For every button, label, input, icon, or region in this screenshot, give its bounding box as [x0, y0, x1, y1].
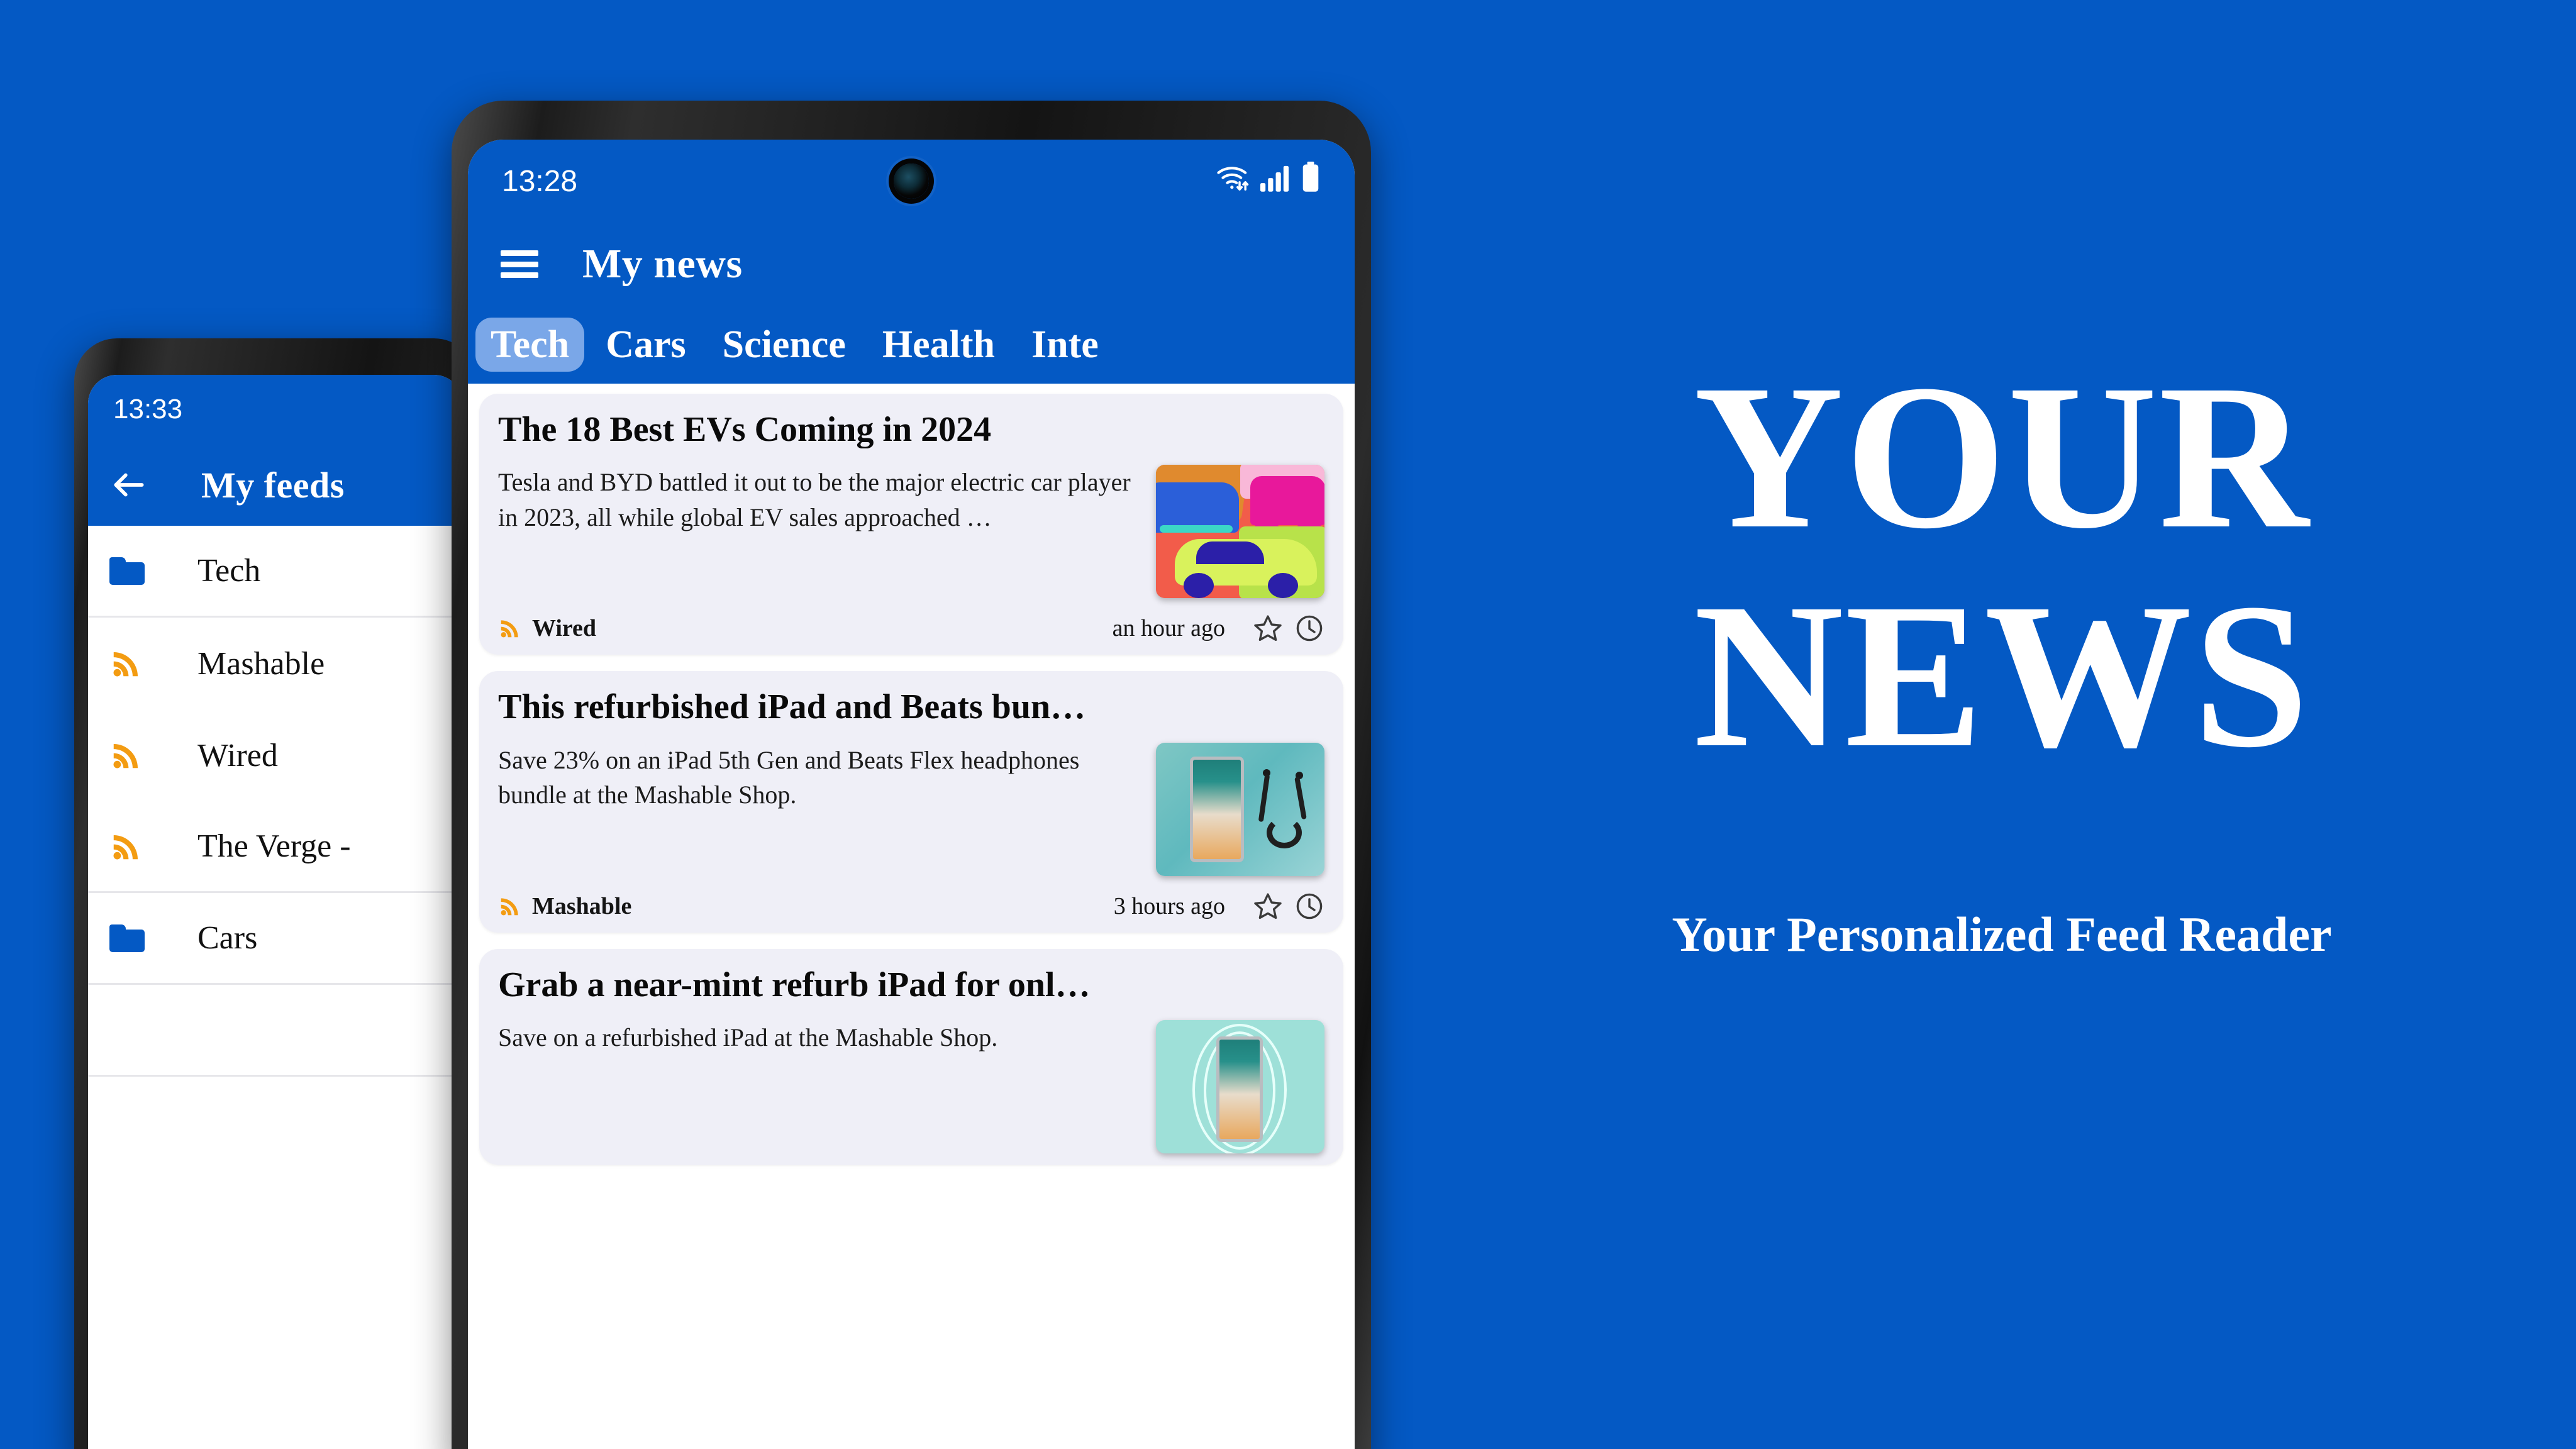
article-age: 3 hours ago: [1113, 892, 1225, 919]
article-title: The 18 Best EVs Coming in 2024: [498, 411, 992, 449]
feed-label: Tech: [197, 553, 261, 589]
status-icons: [1215, 162, 1321, 201]
article-thumbnail: [1156, 465, 1324, 599]
folder-icon: [109, 557, 150, 585]
rss-icon: [109, 738, 150, 772]
article-feed: The 18 Best EVs Coming in 2024 Tesla and…: [468, 384, 1355, 1449]
article-thumbnail: [1156, 742, 1324, 876]
article-source: Wired: [498, 614, 596, 642]
article-actions: [1253, 613, 1324, 643]
feed-label: Mashable: [197, 645, 325, 682]
rss-icon: [498, 616, 522, 640]
clock-icon[interactable]: [1294, 891, 1324, 921]
page-title: My news: [582, 241, 743, 287]
feed-row-folder-tech[interactable]: Tech: [88, 526, 463, 618]
article-title: Grab a near-mint refurb iPad for onl…: [498, 966, 1091, 1004]
tab-cars[interactable]: Cars: [591, 318, 701, 372]
clock-icon[interactable]: [1294, 613, 1324, 643]
article-thumbnail: [1156, 1020, 1324, 1154]
marketing-headline-line1: YOUR: [1694, 342, 2310, 572]
tab-science[interactable]: Science: [708, 318, 861, 372]
feed-row-empty: [88, 985, 463, 1077]
article-description: Save on a refurbished iPad at the Mashab…: [498, 1023, 998, 1052]
front-status-time: 13:28: [502, 164, 578, 198]
feed-label: Wired: [197, 737, 278, 774]
back-status-bar: 13:33: [88, 375, 463, 444]
marketing-subtitle: Your Personalized Feed Reader: [1672, 907, 2332, 962]
rss-icon: [109, 647, 150, 680]
article-description: Save 23% on an iPad 5th Gen and Beats Fl…: [498, 745, 1080, 809]
star-outline-icon[interactable]: [1253, 613, 1283, 643]
front-status-bar: 13:28: [468, 140, 1355, 223]
article-source: Mashable: [498, 892, 631, 920]
feed-label: The Verge -: [197, 828, 351, 864]
tab-health[interactable]: Health: [867, 318, 1010, 372]
front-phone-screen: 13:28 My news Tech Cars Science Health I…: [468, 140, 1355, 1449]
feed-label: Cars: [197, 920, 258, 956]
article-footer: Wired an hour ago: [498, 613, 1324, 643]
feed-row-empty: [88, 1077, 463, 1169]
feed-row-mashable[interactable]: Mashable: [88, 618, 463, 709]
article-actions: [1253, 891, 1324, 921]
folder-icon: [109, 924, 150, 952]
feed-row-the-verge[interactable]: The Verge -: [88, 801, 463, 893]
rss-icon: [498, 894, 522, 918]
category-tab-strip[interactable]: Tech Cars Science Health Inte: [468, 306, 1355, 384]
article-card[interactable]: This refurbished iPad and Beats bun… Sav…: [479, 671, 1343, 933]
back-phone-frame: 13:33 My feeds Tech Mashable Wired The V…: [74, 338, 477, 1449]
back-app-bar: My feeds: [88, 444, 463, 526]
back-phone-screen: 13:33 My feeds Tech Mashable Wired The V…: [88, 375, 463, 1449]
article-card[interactable]: Grab a near-mint refurb iPad for onl… Sa…: [479, 948, 1343, 1165]
battery-icon: [1301, 162, 1321, 201]
article-source-label: Mashable: [532, 892, 632, 919]
back-page-title: My feeds: [201, 464, 345, 506]
feed-list: Tech Mashable Wired The Verge - Cars: [88, 526, 463, 1169]
front-app-bar: My news: [468, 223, 1355, 306]
marketing-headline-line2: NEWS: [1694, 560, 2310, 791]
front-phone-frame: 13:28 My news Tech Cars Science Health I…: [452, 101, 1371, 1449]
tab-tech[interactable]: Tech: [475, 318, 585, 372]
camera-punch-hole: [894, 164, 929, 199]
article-source-label: Wired: [532, 615, 597, 642]
arrow-left-icon[interactable]: [109, 465, 148, 504]
tab-international[interactable]: Inte: [1016, 318, 1114, 372]
star-outline-icon[interactable]: [1253, 891, 1283, 921]
article-footer: Mashable 3 hours ago: [498, 891, 1324, 921]
back-status-time: 13:33: [113, 394, 183, 425]
article-card[interactable]: The 18 Best EVs Coming in 2024 Tesla and…: [479, 394, 1343, 655]
article-title: This refurbished iPad and Beats bun…: [498, 689, 1086, 726]
rss-icon: [109, 830, 150, 863]
feed-row-wired[interactable]: Wired: [88, 709, 463, 801]
article-description: Tesla and BYD battled it out to be the m…: [498, 468, 1131, 531]
signal-icon: [1260, 163, 1292, 199]
hamburger-menu-icon[interactable]: [501, 250, 538, 278]
article-age: an hour ago: [1112, 615, 1225, 642]
wifi-icon: [1215, 162, 1252, 200]
marketing-panel: YOUR NEWS Your Personalized Feed Reader: [1428, 0, 2576, 1449]
feed-row-folder-cars[interactable]: Cars: [88, 893, 463, 985]
